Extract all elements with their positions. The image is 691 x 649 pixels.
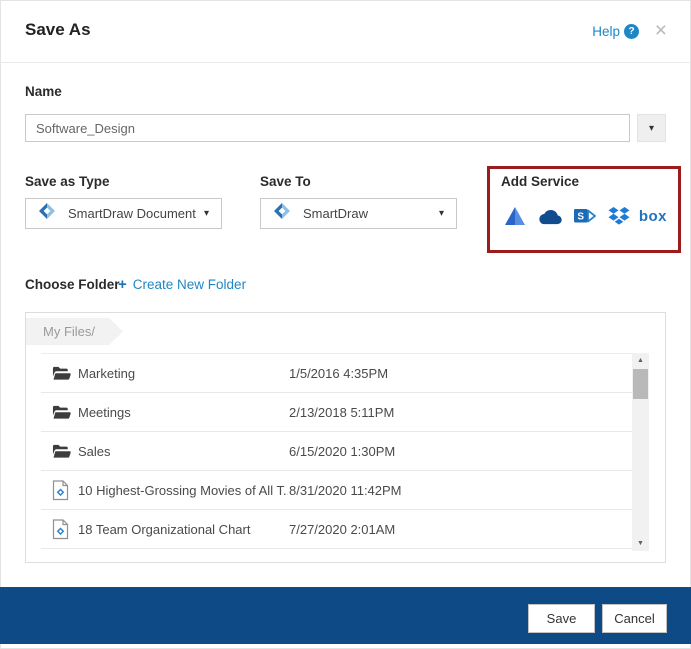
item-name: Meetings <box>78 404 131 420</box>
file-list: Marketing 1/5/2016 4:35PM Meetings 2/13/… <box>41 353 632 549</box>
list-item[interactable]: Meetings 2/13/2018 5:11PM <box>41 393 632 432</box>
smartdraw-document-icon <box>52 479 78 501</box>
close-icon[interactable]: × <box>655 20 667 41</box>
save-as-type-select[interactable]: SmartDraw Document ▾ <box>25 198 222 229</box>
service-icons-row: S box <box>503 203 667 229</box>
scroll-down-icon[interactable]: ▼ <box>632 536 649 551</box>
onedrive-icon[interactable] <box>536 208 564 225</box>
header-divider <box>0 62 691 63</box>
item-date: 6/15/2020 1:30PM <box>289 443 396 459</box>
smartdraw-logo-icon <box>273 202 291 225</box>
list-item[interactable]: Marketing 1/5/2016 4:35PM <box>41 354 632 393</box>
item-date: 2/13/2018 5:11PM <box>289 404 395 420</box>
folder-icon <box>52 404 78 420</box>
item-name: 10 Highest-Grossing Movies of All T... <box>78 482 288 498</box>
page-title: Save As <box>25 20 91 39</box>
cancel-button[interactable]: Cancel <box>602 604 667 633</box>
create-new-folder-link[interactable]: + Create New Folder <box>118 276 246 293</box>
breadcrumb-label: My Files/ <box>43 324 95 339</box>
scrollbar[interactable]: ▲ ▼ <box>632 353 649 551</box>
svg-text:S: S <box>578 211 585 222</box>
name-label: Name <box>25 84 62 99</box>
scrollbar-thumb[interactable] <box>633 369 648 399</box>
item-name: Marketing <box>78 365 136 381</box>
save-as-type-value: SmartDraw Document <box>68 206 196 221</box>
name-input[interactable] <box>25 114 630 142</box>
chevron-down-icon: ▾ <box>438 208 444 219</box>
item-name: 18 Team Organizational Chart <box>78 521 251 537</box>
plus-icon: + <box>118 276 127 293</box>
folder-icon <box>52 365 78 381</box>
save-as-type-label: Save as Type <box>25 174 110 189</box>
create-new-folder-label: Create New Folder <box>132 277 247 292</box>
item-name: Sales <box>78 443 111 459</box>
footer-bar: Save Cancel <box>0 587 691 644</box>
item-date: 1/5/2016 4:35PM <box>289 365 389 381</box>
folder-icon <box>52 443 78 459</box>
save-to-value: SmartDraw <box>303 206 369 221</box>
save-to-label: Save To <box>260 174 311 189</box>
google-drive-icon[interactable] <box>503 206 527 227</box>
folder-browser-panel: My Files/ Marketing 1/5/2016 4:35PM Meet… <box>25 312 666 563</box>
chevron-down-icon: ▾ <box>203 208 209 219</box>
save-button[interactable]: Save <box>528 604 595 633</box>
choose-folder-label: Choose Folder <box>25 277 120 292</box>
list-item[interactable]: 10 Highest-Grossing Movies of All T... 8… <box>41 471 632 510</box>
breadcrumb[interactable]: My Files/ <box>26 318 123 345</box>
chevron-down-icon: ▾ <box>648 122 655 134</box>
save-to-select[interactable]: SmartDraw ▾ <box>260 198 457 229</box>
box-icon[interactable]: box <box>639 208 667 225</box>
smartdraw-document-icon <box>52 518 78 540</box>
item-date: 7/27/2020 2:01AM <box>289 521 396 537</box>
smartdraw-logo-icon <box>38 202 56 225</box>
help-link[interactable]: Help ? <box>592 24 639 39</box>
scroll-up-icon[interactable]: ▲ <box>632 353 649 368</box>
list-item[interactable]: 18 Team Organizational Chart 7/27/2020 2… <box>41 510 632 549</box>
help-question-icon[interactable]: ? <box>624 24 639 39</box>
item-date: 8/31/2020 11:42PM <box>289 482 402 498</box>
dropbox-icon[interactable] <box>608 206 630 226</box>
list-item[interactable]: Sales 6/15/2020 1:30PM <box>41 432 632 471</box>
name-dropdown-button[interactable]: ▾ <box>637 114 666 142</box>
add-service-label: Add Service <box>501 174 580 189</box>
help-link-label: Help <box>592 24 620 39</box>
sharepoint-icon[interactable]: S <box>573 206 598 226</box>
save-as-dialog: Save As Help ? × Name ▾ Save as Type Sma… <box>0 0 691 649</box>
